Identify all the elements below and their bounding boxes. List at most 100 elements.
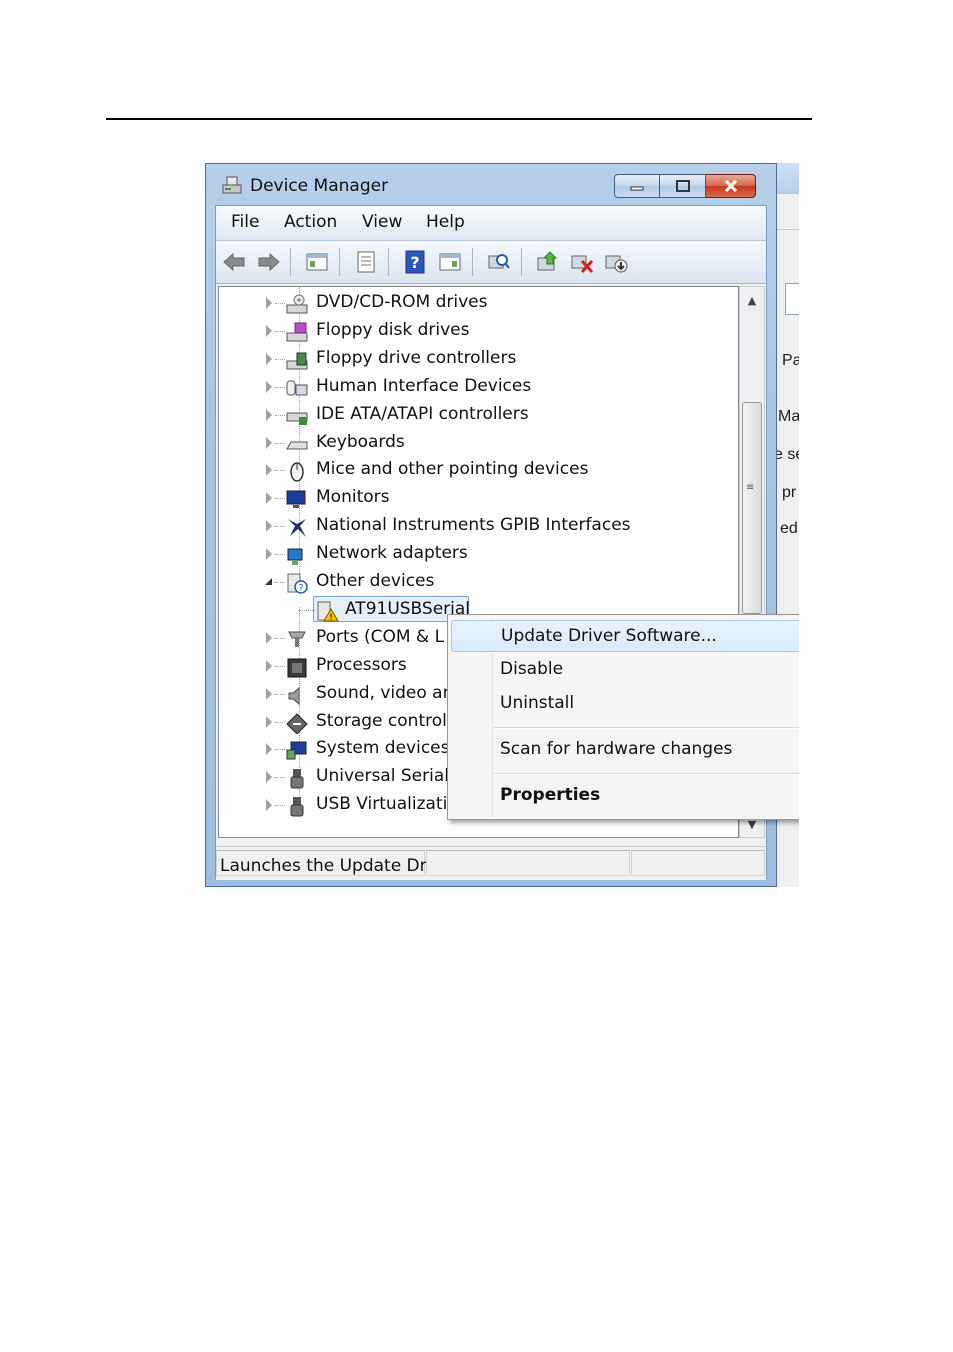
tree-category-floppy-disk-drives[interactable]: Floppy disk drives (219, 317, 738, 345)
expand-arrow-icon[interactable] (266, 771, 272, 784)
menu-item-label: Update Driver Software... (501, 626, 717, 646)
tree-node-label: Floppy disk drives (316, 319, 470, 340)
sound-icon (288, 686, 300, 705)
context-menu: Update Driver Software... Disable Uninst… (447, 614, 799, 820)
tree-node-label: Human Interface Devices (316, 375, 532, 396)
tree-node-label: Network adapters (316, 543, 468, 564)
disable-device-icon[interactable] (603, 249, 629, 275)
close-icon (724, 180, 737, 192)
expand-arrow-icon[interactable] (266, 659, 272, 672)
menu-uninstall[interactable]: Uninstall (451, 688, 799, 720)
scan-hardware-icon[interactable] (486, 249, 512, 275)
tree-node-label: Storage controll (316, 710, 452, 731)
help-icon[interactable]: ? (402, 249, 428, 275)
show-hide-tree-icon[interactable] (304, 249, 330, 275)
menu-update-driver-software[interactable]: Update Driver Software... (451, 620, 799, 652)
expand-arrow-icon[interactable] (266, 687, 272, 700)
usb-icon (290, 769, 304, 789)
menu-action[interactable]: Action (284, 212, 337, 232)
menu-separator (494, 727, 799, 729)
menu-item-label: Scan for hardware changes (500, 739, 733, 759)
expand-arrow-icon[interactable] (266, 380, 272, 393)
expand-arrow-icon[interactable] (266, 492, 272, 505)
expand-arrow-icon[interactable] (266, 297, 272, 309)
tree-category-human-interface-devices[interactable]: Human Interface Devices (219, 373, 738, 401)
maximize-button[interactable] (660, 174, 706, 198)
tree-node-label: Universal Serial E (316, 766, 466, 787)
floppy-controller-icon (286, 352, 308, 370)
background-text-1: Pa (782, 352, 799, 369)
caption-buttons (614, 174, 756, 198)
menu-help[interactable]: Help (426, 212, 465, 232)
close-button[interactable] (706, 174, 756, 198)
scroll-thumb[interactable] (742, 402, 762, 614)
expand-arrow-icon[interactable] (266, 631, 272, 644)
tree-node-label: Monitors (316, 487, 390, 508)
background-text-5: ed (780, 520, 798, 537)
menu-item-label: Uninstall (500, 693, 575, 713)
expand-arrow-icon[interactable] (266, 464, 272, 477)
other-devices-icon: ? (287, 573, 308, 594)
tree-node-label: Keyboards (316, 431, 405, 452)
scroll-up-icon[interactable]: ▲ (740, 289, 764, 311)
expand-arrow-icon[interactable] (266, 408, 272, 421)
storage-icon (286, 712, 308, 734)
toolbar: ? (216, 241, 766, 284)
screenshot: Pa Ma e se pr ed Device Manager (205, 163, 799, 887)
background-text-4: pr (782, 484, 797, 501)
tree-category-mice-and-other-pointing-devices[interactable]: Mice and other pointing devices (219, 456, 738, 484)
menu-item-label: Properties (500, 785, 601, 805)
scroll-grip-icon: ≡ (746, 482, 755, 493)
expand-arrow-icon[interactable] (266, 743, 272, 756)
expand-arrow-icon[interactable] (266, 548, 272, 561)
menu-file[interactable]: File (231, 212, 259, 232)
status-bar: Launches the Update Driv (216, 846, 766, 880)
processor-icon (287, 658, 307, 678)
maximize-icon (675, 180, 690, 192)
properties-icon[interactable] (353, 249, 379, 275)
tree-node-label: Ports (COM & L (316, 626, 445, 647)
background-text-2: Ma (778, 408, 799, 425)
expand-arrow-icon[interactable] (266, 352, 272, 365)
tree-category-keyboards[interactable]: Keyboards (219, 429, 738, 457)
expand-arrow-icon[interactable] (266, 520, 272, 533)
tree-category-national-instruments-gpib-interfaces[interactable]: National Instruments GPIB Interfaces (219, 512, 738, 540)
tree-category-monitors[interactable]: Monitors (219, 484, 738, 512)
minimize-button[interactable] (614, 174, 660, 198)
forward-arrow-icon[interactable] (256, 249, 282, 275)
expand-arrow-icon[interactable] (266, 324, 272, 337)
expand-arrow-icon[interactable] (266, 436, 272, 449)
tree-node-label: Mice and other pointing devices (316, 459, 589, 480)
tree-category-other-devices[interactable]: ? Other devices (219, 568, 738, 596)
network-adapter-icon (287, 548, 303, 566)
expand-arrow-icon[interactable] (266, 715, 272, 728)
tree-node-label: Processors (316, 654, 407, 675)
tree-node-label: USB Virtualizatio (316, 794, 458, 815)
menu-disable[interactable]: Disable (451, 654, 799, 686)
menu-bar: File Action View Help (216, 206, 766, 241)
tree-node-label: Floppy drive controllers (316, 347, 517, 368)
menu-properties[interactable]: Properties (451, 780, 799, 812)
tree-node-label: Sound, video an (316, 682, 454, 703)
tree-node-label: DVD/CD-ROM drives (316, 292, 488, 312)
tree-node-label: Other devices (316, 571, 435, 591)
svg-text:!: ! (329, 613, 333, 622)
action-pane-icon[interactable] (437, 249, 463, 275)
expand-arrow-icon[interactable] (266, 799, 272, 812)
back-arrow-icon[interactable] (221, 249, 247, 275)
tree-category-network-adapters[interactable]: Network adapters (219, 540, 738, 568)
tree-node-label: System devices (316, 738, 450, 759)
minimize-icon (630, 186, 644, 191)
uninstall-device-icon[interactable] (569, 249, 595, 275)
collapse-arrow-icon[interactable] (263, 576, 273, 586)
tree-category-ide-ata-atapi-controllers[interactable]: IDE ATA/ATAPI controllers (219, 401, 738, 429)
tree-category-dvd-cd-rom-drives[interactable]: DVD/CD-ROM drives (219, 289, 738, 317)
dvd-drive-icon (286, 294, 308, 314)
update-driver-icon[interactable] (535, 249, 561, 275)
menu-view[interactable]: View (362, 212, 402, 232)
menu-scan-hardware[interactable]: Scan for hardware changes (451, 734, 799, 766)
window-title: Device Manager (250, 176, 389, 196)
usb-virtualization-icon (290, 797, 304, 817)
tree-category-floppy-drive-controllers[interactable]: Floppy drive controllers (219, 345, 738, 373)
title-bar[interactable]: Device Manager (206, 164, 776, 206)
